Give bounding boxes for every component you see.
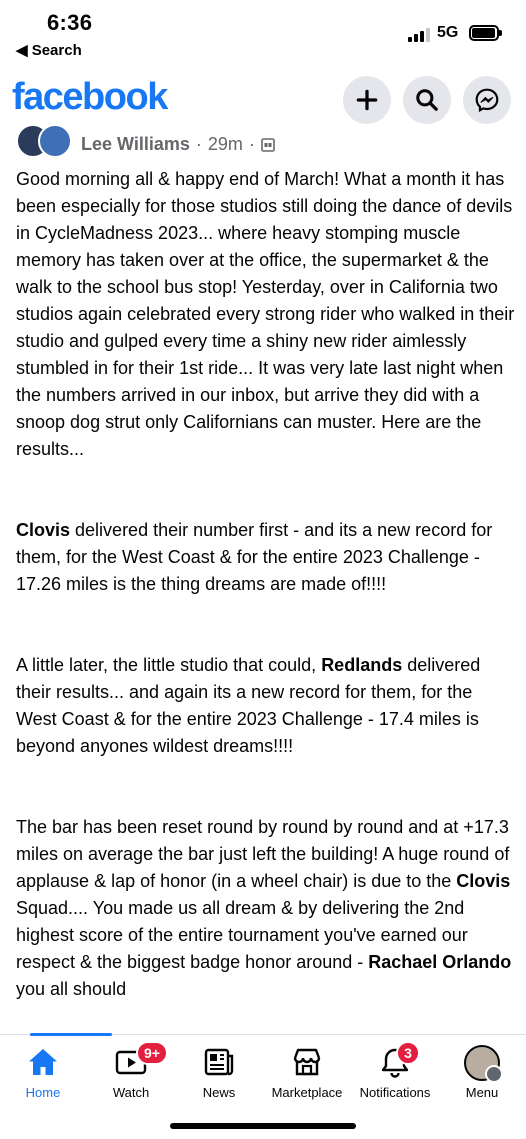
post-paragraph-2: Clovis delivered their number first - an… — [16, 520, 493, 594]
tab-notifications[interactable]: 3 Notifications — [350, 1041, 440, 1115]
home-icon — [29, 1049, 57, 1075]
post-header: Lee Williams · 29m · — [0, 124, 526, 162]
messenger-icon — [475, 88, 499, 113]
author-name[interactable]: Lee Williams — [81, 134, 190, 155]
post-paragraph-4: The bar has been reset round by round by… — [16, 817, 512, 999]
tab-label-watch: Watch — [112, 1085, 150, 1100]
tab-marketplace[interactable]: Marketplace — [262, 1045, 352, 1115]
battery-icon — [469, 25, 502, 41]
messenger-button[interactable] — [463, 76, 511, 124]
menu-avatar-icon — [464, 1045, 503, 1083]
tab-menu[interactable]: Menu — [437, 1045, 526, 1115]
tab-home[interactable]: Home — [0, 1045, 88, 1115]
post-paragraph-1: Good morning all & happy end of March! W… — [16, 169, 515, 459]
tab-label-notifications: Notifications — [359, 1085, 431, 1100]
tab-label-news: News — [202, 1085, 236, 1100]
tab-label-home: Home — [25, 1085, 61, 1100]
tab-label-menu: Menu — [465, 1085, 499, 1100]
meta-separator: · — [195, 134, 202, 154]
search-button[interactable] — [403, 76, 451, 124]
signal-strength-icon — [408, 28, 430, 42]
studio-name-clovis-2: Clovis — [456, 871, 511, 891]
home-indicator[interactable] — [170, 1123, 356, 1129]
post-time[interactable]: 29m — [208, 134, 243, 155]
tab-news[interactable]: News — [174, 1045, 264, 1115]
search-icon — [416, 89, 438, 111]
post-text: Good morning all & happy end of March! W… — [16, 166, 516, 1003]
author-avatar[interactable] — [16, 124, 70, 160]
back-to-search-link[interactable]: ◀ Search — [16, 41, 82, 59]
status-time: 6:36 — [47, 10, 93, 35]
author-line: Lee Williams · 29m · — [81, 134, 275, 155]
studio-name-redlands: Redlands — [321, 655, 403, 675]
post-paragraph-3: A little later, the little studio that c… — [16, 655, 481, 756]
active-tab-indicator — [30, 1033, 112, 1036]
tab-watch[interactable]: 9+ Watch — [86, 1041, 176, 1115]
news-icon — [204, 1048, 234, 1076]
facebook-logo[interactable]: facebook — [12, 76, 168, 119]
marketplace-icon — [293, 1048, 321, 1076]
app-header: facebook — [0, 72, 526, 128]
create-button[interactable] — [343, 76, 391, 124]
tab-label-marketplace: Marketplace — [271, 1085, 343, 1100]
mentioned-person[interactable]: Rachael Orlando — [368, 952, 511, 972]
group-icon — [261, 137, 275, 152]
plus-icon — [356, 89, 378, 111]
profile-avatar — [38, 124, 70, 158]
studio-name-clovis: Clovis — [16, 520, 71, 540]
network-type: 5G — [437, 24, 459, 41]
notifications-badge: 3 — [396, 1041, 420, 1065]
status-bar: 6:36 ◀ Search 5G — [0, 0, 526, 66]
watch-badge: 9+ — [136, 1041, 168, 1065]
meta-separator-2: · — [248, 134, 255, 154]
